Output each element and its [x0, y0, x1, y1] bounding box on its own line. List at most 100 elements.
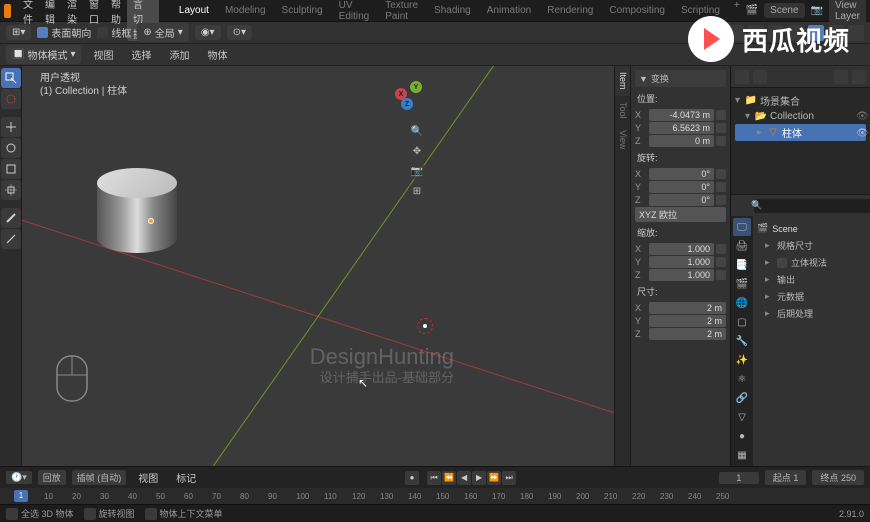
location-x[interactable]: -4.0473 m [649, 109, 714, 121]
add-workspace-button[interactable]: + [728, 0, 746, 21]
face-orientation-toggle[interactable]: 表面朝向 [37, 25, 91, 40]
tab-layout[interactable]: Layout [171, 0, 217, 21]
gizmo-y-axis[interactable]: Y [410, 81, 422, 93]
tree-scene-collection[interactable]: ▾📁场景集合 [735, 92, 866, 109]
timeline-editor-icon[interactable]: 🕐▾ [6, 471, 32, 484]
filter-icon[interactable] [753, 70, 767, 84]
rotation-y[interactable]: 0° [649, 181, 714, 193]
npanel-tab-tool[interactable]: Tool [615, 96, 630, 125]
tab-modeling[interactable]: Modeling [217, 0, 274, 21]
object-menu[interactable]: 物体 [201, 47, 233, 62]
keying-menu[interactable]: 插帧 (自动) [72, 470, 127, 485]
prop-tab-object[interactable]: ▢ [733, 313, 751, 331]
tool-transform[interactable] [1, 180, 21, 200]
prop-dimensions[interactable]: ▸规格尺寸 [757, 237, 866, 254]
tab-uvediting[interactable]: UV Editing [331, 0, 378, 21]
keyframe-prev-button[interactable]: ⏪ [442, 471, 456, 485]
xray-toggle[interactable] [768, 25, 784, 41]
lock-icon[interactable] [716, 123, 726, 133]
prop-tab-texture[interactable]: ▦ [733, 446, 751, 464]
overlay-toggle[interactable] [748, 25, 764, 41]
tool-move[interactable] [1, 117, 21, 137]
lock-icon[interactable] [716, 257, 726, 267]
menu-window[interactable]: 窗口 [83, 0, 105, 26]
zoom-icon[interactable]: 🔍 [408, 122, 426, 140]
lock-icon[interactable] [716, 182, 726, 192]
prop-tab-output[interactable]: 🖨 [733, 237, 751, 255]
jump-start-button[interactable]: ⏮ [427, 471, 441, 485]
autokey-button[interactable]: ● [405, 471, 419, 485]
lock-icon[interactable] [716, 110, 726, 120]
tab-rendering[interactable]: Rendering [539, 0, 601, 21]
scale-z[interactable]: 1.000 [649, 269, 714, 281]
scale-x[interactable]: 1.000 [649, 243, 714, 255]
shading-rendered[interactable] [848, 25, 864, 41]
snap-selector[interactable]: ◉▾ [195, 25, 221, 40]
dim-x[interactable]: 2 m [649, 302, 726, 314]
shading-wireframe[interactable] [788, 25, 804, 41]
timeline-marker[interactable]: 标记 [170, 470, 202, 485]
transform-header[interactable]: ▼变换 [635, 70, 726, 87]
tab-scripting[interactable]: Scripting [673, 0, 728, 21]
tab-sculpting[interactable]: Sculpting [274, 0, 331, 21]
location-y[interactable]: 6.5623 m [649, 122, 714, 134]
jump-end-button[interactable]: ⏭ [502, 471, 516, 485]
play-button[interactable]: ▶ [472, 471, 486, 485]
shading-solid[interactable] [808, 25, 824, 41]
prop-output[interactable]: ▸输出 [757, 271, 866, 288]
prop-tab-material[interactable]: ● [733, 427, 751, 445]
scene-breadcrumb[interactable]: 🎬Scene [757, 220, 866, 237]
timeline-ruler[interactable]: 1 10 20 30 40 50 60 70 80 90 100 110 120… [0, 488, 870, 504]
prop-postprocess[interactable]: ▸后期处理 [757, 305, 866, 322]
wireframe-toggle[interactable]: 线框 [97, 25, 131, 40]
lock-icon[interactable] [716, 244, 726, 254]
prop-tab-particle[interactable]: ✨ [733, 351, 751, 369]
tab-shading[interactable]: Shading [426, 0, 479, 21]
play-reverse-button[interactable]: ◀ [457, 471, 471, 485]
orientation-selector[interactable]: ⊕ 全局 ▾ [137, 23, 188, 42]
gizmo-z-axis[interactable]: Z [401, 98, 413, 110]
viewlayer-selector[interactable]: View Layer [829, 0, 866, 24]
prop-stereoscopy[interactable]: ▸立体视法 [757, 254, 866, 271]
prop-tab-physics[interactable]: ⚛ [733, 370, 751, 388]
tab-animation[interactable]: Animation [479, 0, 539, 21]
shading-material[interactable] [828, 25, 844, 41]
tool-select-box[interactable] [1, 68, 21, 88]
perspective-icon[interactable]: ⊞ [408, 182, 426, 200]
gizmo-toggle[interactable] [728, 25, 744, 41]
timeline-view[interactable]: 视图 [132, 470, 164, 485]
prop-tab-world[interactable]: 🌐 [733, 294, 751, 312]
playhead[interactable]: 1 [14, 490, 28, 502]
npanel-tab-item[interactable]: Item [615, 66, 630, 96]
tool-rotate[interactable] [1, 138, 21, 158]
prop-metadata[interactable]: ▸元数据 [757, 288, 866, 305]
scale-y[interactable]: 1.000 [649, 256, 714, 268]
menu-edit[interactable]: 编辑 [39, 0, 61, 26]
eye-icon[interactable]: 👁 [856, 128, 866, 138]
view-menu[interactable]: 视图 [87, 47, 119, 62]
property-search[interactable] [754, 199, 870, 213]
dim-y[interactable]: 2 m [649, 315, 726, 327]
gizmo-x-axis[interactable]: X [395, 88, 407, 100]
nav-gizmo[interactable]: Z Y X [386, 76, 426, 116]
tab-compositing[interactable]: Compositing [601, 0, 673, 21]
outliner-type-icon[interactable] [735, 70, 749, 84]
proportional-edit[interactable]: ⊙▾ [227, 25, 252, 40]
rotation-mode[interactable]: XYZ 欧拉 [635, 207, 726, 222]
tree-collection[interactable]: ▾📂Collection👁 [735, 109, 866, 123]
dim-z[interactable]: 2 m [649, 328, 726, 340]
camera-icon[interactable]: 📷 [408, 162, 426, 180]
3d-viewport[interactable]: ↖ 用户透视 (1) Collection | 柱体 Z Y X 🔍 ✥ 📷 ⊞… [22, 66, 614, 466]
new-collection-icon[interactable] [834, 70, 848, 84]
menu-help[interactable]: 帮助 [105, 0, 127, 26]
select-menu[interactable]: 选择 [125, 47, 157, 62]
scene-selector[interactable]: Scene [764, 3, 804, 18]
start-frame[interactable]: 起点 1 [765, 470, 807, 485]
rotation-x[interactable]: 0° [649, 168, 714, 180]
tool-annotate[interactable] [1, 208, 21, 228]
location-z[interactable]: 0 m [649, 135, 714, 147]
mode-selector[interactable]: 🔲 物体模式 ▾ [6, 45, 81, 64]
npanel-tab-view[interactable]: View [615, 124, 630, 155]
tree-cylinder[interactable]: ▸▽柱体👁 [735, 124, 866, 141]
cylinder-object[interactable] [97, 168, 177, 253]
